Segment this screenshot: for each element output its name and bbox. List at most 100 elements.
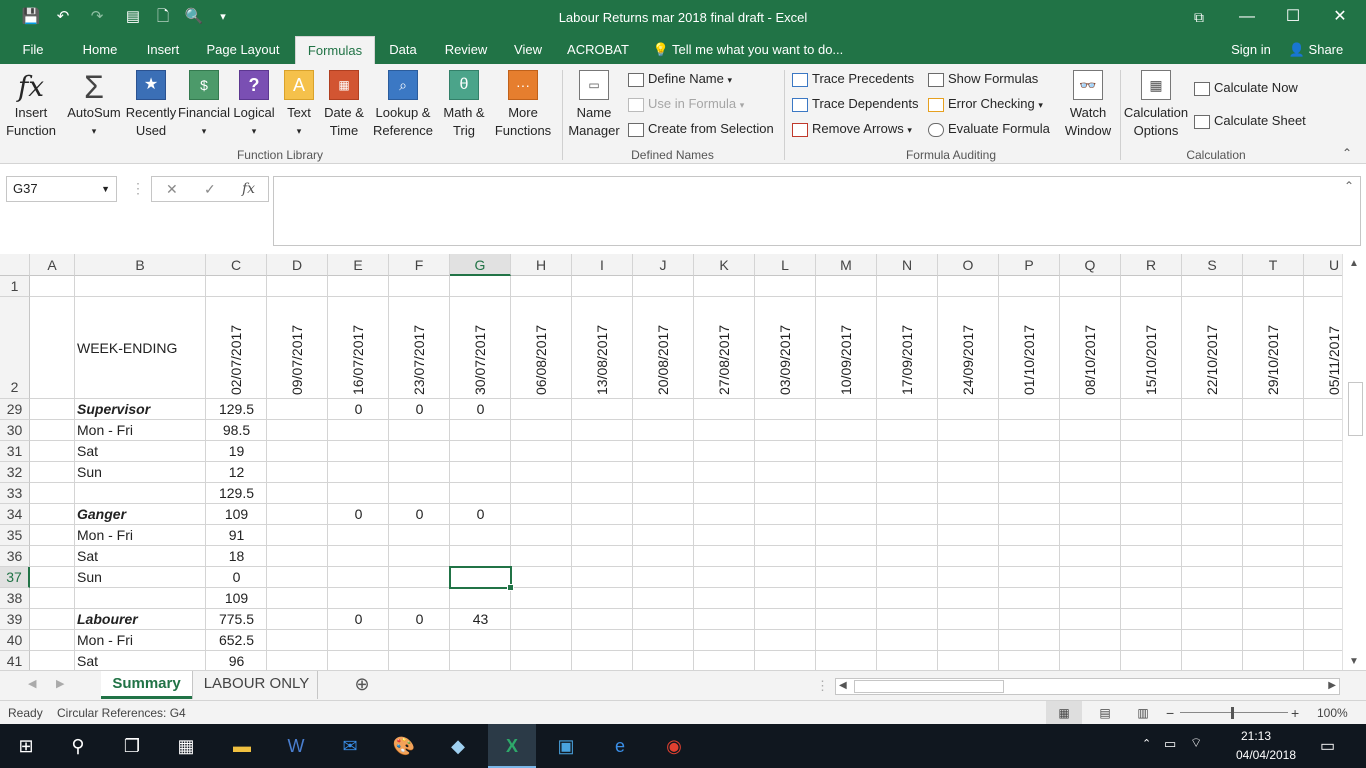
cell[interactable] xyxy=(572,399,633,420)
cell[interactable] xyxy=(1121,441,1182,462)
cell[interactable] xyxy=(572,546,633,567)
cell[interactable] xyxy=(572,525,633,546)
name-manager-button[interactable]: ▭ Name Manager xyxy=(566,70,622,140)
cell[interactable] xyxy=(633,546,694,567)
scroll-left-icon[interactable]: ◀ xyxy=(839,680,847,691)
cell[interactable] xyxy=(30,462,75,483)
tab-insert[interactable]: Insert xyxy=(138,36,188,64)
cell[interactable] xyxy=(1060,651,1121,670)
ribbon-display-options-icon[interactable]: ⧉ xyxy=(1176,0,1222,36)
cell[interactable] xyxy=(1243,483,1304,504)
search-icon[interactable]: ⚲ xyxy=(54,724,102,768)
page-break-view-icon[interactable]: ▥ xyxy=(1132,701,1154,725)
cell[interactable] xyxy=(938,630,999,651)
cell[interactable] xyxy=(511,441,572,462)
cell[interactable] xyxy=(633,588,694,609)
cell[interactable] xyxy=(389,651,450,670)
cell[interactable] xyxy=(633,609,694,630)
scroll-down-icon[interactable]: ▼ xyxy=(1349,656,1359,667)
cell[interactable] xyxy=(999,567,1060,588)
collapse-ribbon-icon[interactable]: ⌃ xyxy=(1342,146,1352,160)
cell[interactable] xyxy=(816,462,877,483)
cell[interactable] xyxy=(389,525,450,546)
column-header-s[interactable]: S xyxy=(1182,254,1243,276)
cell[interactable] xyxy=(511,504,572,525)
watch-window-button[interactable]: 👓 Watch Window xyxy=(1060,70,1116,140)
column-header-l[interactable]: L xyxy=(755,254,816,276)
create-from-selection-button[interactable]: Create from Selection xyxy=(628,118,774,140)
cell[interactable] xyxy=(694,399,755,420)
cell[interactable] xyxy=(1243,567,1304,588)
row-header-34[interactable]: 34 xyxy=(0,504,30,525)
cell[interactable] xyxy=(877,399,938,420)
cell[interactable] xyxy=(572,504,633,525)
cell[interactable] xyxy=(1060,546,1121,567)
cell[interactable] xyxy=(1121,630,1182,651)
cell[interactable] xyxy=(1304,609,1342,630)
cell[interactable] xyxy=(511,588,572,609)
cell[interactable] xyxy=(328,651,389,670)
cell[interactable] xyxy=(1060,276,1121,297)
cell[interactable] xyxy=(450,546,511,567)
cell[interactable] xyxy=(267,588,328,609)
cell[interactable] xyxy=(1243,588,1304,609)
cell[interactable] xyxy=(30,588,75,609)
cell[interactable] xyxy=(938,609,999,630)
cell[interactable] xyxy=(633,420,694,441)
cell[interactable] xyxy=(1121,483,1182,504)
outlook-app-icon[interactable]: ✉ xyxy=(326,724,374,768)
cell[interactable] xyxy=(877,546,938,567)
page-layout-view-icon[interactable]: ▤ xyxy=(1094,701,1116,725)
cell[interactable] xyxy=(572,630,633,651)
cell[interactable] xyxy=(694,609,755,630)
column-header-j[interactable]: J xyxy=(633,254,694,276)
column-header-o[interactable]: O xyxy=(938,254,999,276)
cell[interactable] xyxy=(999,399,1060,420)
cell[interactable] xyxy=(1243,441,1304,462)
cell[interactable] xyxy=(389,546,450,567)
cell[interactable] xyxy=(572,609,633,630)
cell[interactable] xyxy=(1182,525,1243,546)
excel-app-icon[interactable]: X xyxy=(488,724,536,768)
cell[interactable] xyxy=(1182,504,1243,525)
cell[interactable] xyxy=(328,630,389,651)
cell[interactable] xyxy=(938,420,999,441)
row-header-2[interactable]: 2 xyxy=(0,297,30,399)
error-checking-button[interactable]: Error Checking ▾ xyxy=(928,93,1043,115)
cell[interactable] xyxy=(328,483,389,504)
cell[interactable] xyxy=(328,567,389,588)
column-header-c[interactable]: C xyxy=(206,254,267,276)
column-header-p[interactable]: P xyxy=(999,254,1060,276)
cell[interactable] xyxy=(511,483,572,504)
cell[interactable] xyxy=(450,483,511,504)
cell[interactable] xyxy=(816,651,877,670)
cell[interactable] xyxy=(389,588,450,609)
cell[interactable] xyxy=(30,297,75,399)
cell[interactable] xyxy=(267,399,328,420)
cell[interactable] xyxy=(1182,567,1243,588)
clock-time[interactable]: 21:13 xyxy=(1226,729,1286,743)
cell[interactable] xyxy=(938,651,999,670)
cell[interactable] xyxy=(816,441,877,462)
select-all-corner[interactable] xyxy=(0,254,30,276)
row-header-31[interactable]: 31 xyxy=(0,441,30,462)
sign-in-link[interactable]: Sign in xyxy=(1226,36,1276,64)
active-cell-g37[interactable] xyxy=(449,566,514,591)
column-header-b[interactable]: B xyxy=(75,254,206,276)
cell[interactable] xyxy=(267,525,328,546)
row-header-1[interactable]: 1 xyxy=(0,276,30,297)
column-header-t[interactable]: T xyxy=(1243,254,1304,276)
calculation-options-button[interactable]: ▦ Calculation Options xyxy=(1122,70,1190,140)
cell[interactable] xyxy=(1060,525,1121,546)
cell[interactable] xyxy=(633,276,694,297)
cell[interactable] xyxy=(877,567,938,588)
cell[interactable] xyxy=(1243,276,1304,297)
cell[interactable] xyxy=(572,462,633,483)
cell[interactable] xyxy=(267,546,328,567)
calculate-now-button[interactable]: Calculate Now xyxy=(1194,77,1298,99)
cell[interactable] xyxy=(30,420,75,441)
zoom-slider-thumb[interactable] xyxy=(1231,707,1234,719)
cell[interactable] xyxy=(755,483,816,504)
tab-home[interactable]: Home xyxy=(74,36,126,64)
spreadsheet-grid[interactable]: A B C D E F G H I J K L M N O P Q R S T U 1 2 29 30 31 32 33 34 35 36 3… xyxy=(0,254,1342,670)
